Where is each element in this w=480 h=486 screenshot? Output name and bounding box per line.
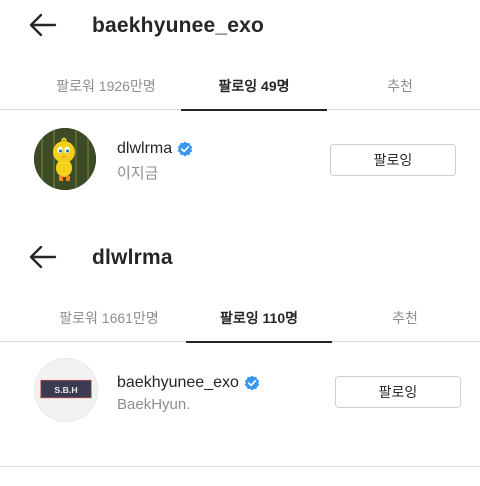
arrow-left-icon bbox=[29, 13, 57, 37]
verified-badge-icon bbox=[244, 375, 260, 391]
back-button[interactable] bbox=[28, 244, 58, 270]
tab-suggested[interactable]: 추천 bbox=[345, 294, 465, 342]
page-title: dlwlrma bbox=[92, 246, 173, 269]
tab-partial[interactable] bbox=[0, 294, 14, 342]
avatar[interactable] bbox=[34, 128, 96, 190]
avatar-logo-text: S.B.H bbox=[54, 385, 77, 395]
tab-following[interactable]: 팔로잉 49명 bbox=[181, 62, 327, 111]
profile-panel-dlwlrma: dlwlrma 팔로워 1661만명 팔로잉 110명 추천 S.B.H bae… bbox=[0, 232, 480, 486]
username-link[interactable]: dlwlrma bbox=[117, 140, 193, 158]
list-item[interactable]: dlwlrma 이지금 팔로잉 bbox=[0, 120, 480, 200]
display-name: BaekHyun. bbox=[117, 396, 191, 413]
tab-followers[interactable]: 팔로워 1926만명 bbox=[36, 62, 176, 110]
following-button[interactable]: 팔로잉 bbox=[330, 144, 456, 176]
tab-followers[interactable]: 팔로워 1661만명 bbox=[36, 294, 182, 342]
profile-header: baekhyunee_exo bbox=[0, 6, 480, 46]
sbh-logo-avatar: S.B.H bbox=[35, 359, 97, 421]
username: baekhyunee_exo bbox=[117, 374, 239, 391]
verified-badge-icon bbox=[177, 141, 193, 157]
page-title: baekhyunee_exo bbox=[92, 14, 265, 37]
divider bbox=[0, 466, 480, 467]
tweety-bird-avatar bbox=[34, 128, 96, 190]
display-name: 이지금 bbox=[117, 165, 159, 182]
arrow-left-icon bbox=[29, 245, 57, 269]
tab-partial[interactable] bbox=[0, 62, 14, 110]
profile-header: dlwlrma bbox=[0, 238, 480, 278]
follow-tabs: 팔로워 1661만명 팔로잉 110명 추천 bbox=[0, 294, 480, 343]
tab-suggested[interactable]: 추천 bbox=[340, 62, 460, 110]
back-button[interactable] bbox=[28, 12, 58, 38]
tab-following[interactable]: 팔로잉 110명 bbox=[186, 294, 332, 343]
avatar[interactable]: S.B.H bbox=[34, 358, 98, 422]
following-button[interactable]: 팔로잉 bbox=[335, 376, 461, 408]
username-link[interactable]: baekhyunee_exo bbox=[117, 374, 260, 392]
list-item[interactable]: S.B.H baekhyunee_exo BaekHyun. 팔로잉 bbox=[0, 352, 480, 432]
profile-panel-baekhyunee: baekhyunee_exo 팔로워 1926만명 팔로잉 49명 추천 dlw… bbox=[0, 0, 480, 232]
username: dlwlrma bbox=[117, 140, 173, 157]
follow-tabs: 팔로워 1926만명 팔로잉 49명 추천 bbox=[0, 62, 480, 111]
